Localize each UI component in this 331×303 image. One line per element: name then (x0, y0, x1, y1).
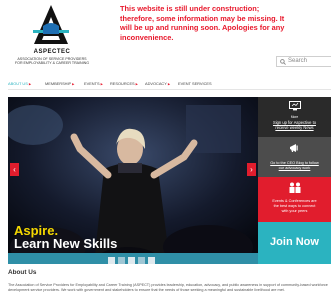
events-tile[interactable]: Events & Conferences are the best ways t… (258, 177, 331, 222)
monitor-icon (289, 101, 301, 111)
nav-label: RESOURCES (110, 81, 135, 86)
nav-label: ADVOCACY (145, 81, 167, 86)
nav-label: MEMBERSHIP (45, 81, 72, 86)
chevron-right-icon: › (250, 165, 253, 174)
megaphone-icon (290, 144, 298, 152)
brand-tagline-line1: ASSOCIATION OF SERVICE PROVIDERS (17, 57, 87, 61)
nav-divider (8, 89, 331, 90)
search-box[interactable]: Search (276, 56, 331, 67)
join-now-button[interactable]: Join Now (258, 222, 331, 264)
slide-title: Aspire. Learn New Skills (14, 224, 117, 250)
slider-thumbnails[interactable] (8, 255, 258, 266)
slider-prev-button[interactable]: ‹ (10, 163, 19, 176)
caret-right-icon: ▶ (135, 82, 139, 86)
slider-bar (8, 253, 258, 264)
search-input[interactable]: Search (288, 58, 307, 64)
events-tile-line3: with your peers (281, 209, 308, 213)
nav-item-membership[interactable]: MEMBERSHIP▶ (45, 81, 75, 86)
nav-item-event-services[interactable]: EVENT SERVICES (178, 81, 212, 86)
caret-right-icon: ▶ (100, 82, 104, 86)
nav-label: EVENTS (84, 81, 100, 86)
caret-right-icon: ▶ (72, 82, 75, 86)
about-us-heading: About Us (8, 269, 37, 276)
caret-right-icon: ▶ (28, 82, 32, 86)
logo-emblem (33, 5, 69, 44)
about-us-text: The Association of Service Providers for… (8, 283, 328, 292)
search-icon (280, 59, 286, 65)
main-nav: ABOUT US▶ MEMBERSHIP▶ EVENTS▶ RESOURCES▶… (0, 79, 331, 93)
ceo-blog-tile[interactable]: Go to the CEO Blog to follow our advocac… (258, 137, 331, 177)
construction-notice: This website is still under construction… (120, 4, 285, 42)
people-icon (289, 182, 301, 193)
nav-item-resources[interactable]: RESOURCES▶ (110, 81, 138, 86)
news-tile-line2: receive weekly News (275, 125, 314, 130)
brand-name: ASPECTEC (33, 49, 71, 55)
slide-title-line2: Learn New Skills (14, 236, 118, 251)
nav-label: ABOUT US (8, 81, 28, 86)
slider-next-button[interactable]: › (247, 163, 256, 176)
join-now-label: Join Now (270, 236, 319, 248)
nav-item-about-us[interactable]: ABOUT US▶ (8, 81, 31, 86)
nav-item-events[interactable]: EVENTS▶ (84, 81, 103, 86)
nav-item-advocacy[interactable]: ADVOCACY▶ (145, 81, 170, 86)
caret-right-icon: ▶ (167, 82, 171, 86)
chevron-left-icon: ‹ (13, 165, 16, 174)
nav-label: EVENT SERVICES (178, 81, 212, 86)
brand-tagline-line2: FOR EMPLOYABILITY & CAREER TRAINING (14, 61, 90, 66)
blog-tile-line2: our advocacy work (278, 166, 311, 170)
news-signup-tile[interactable]: More Sign up for Aspective to receive we… (258, 97, 331, 137)
aspectec-logo[interactable]: ASPECTEC ASSOCIATION OF SERVICE PROVIDER… (0, 4, 104, 74)
brand-tagline: ASSOCIATION OF SERVICE PROVIDERS FOR EMP… (0, 57, 104, 66)
